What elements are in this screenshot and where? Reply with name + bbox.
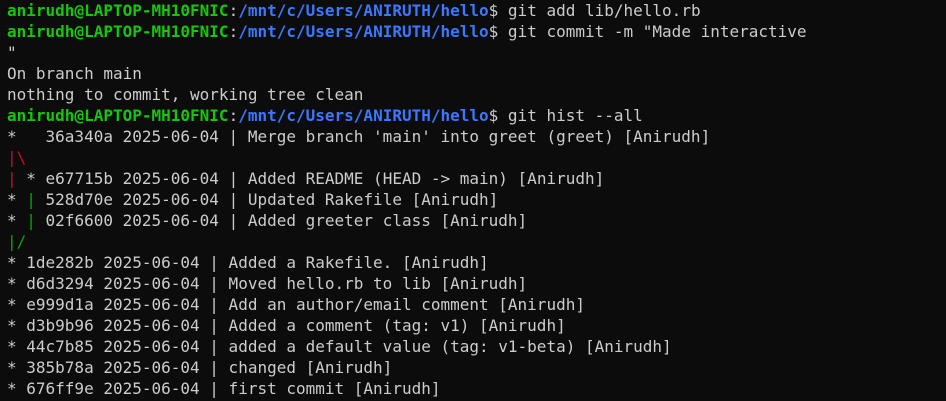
git-log-line: * | 02f6600 2025-06-04 | Added greeter c… xyxy=(7,210,946,231)
prompt-symbol: $ xyxy=(488,22,508,41)
git-log-line: | * e67715b 2025-06-04 | Added README (H… xyxy=(7,168,946,189)
commit-text: * 44c7b85 2025-06-04 | added a default v… xyxy=(7,337,672,356)
graph-branch-line: | xyxy=(26,211,36,230)
git-log-line: * 1de282b 2025-06-04 | Added a Rakefile.… xyxy=(7,252,946,273)
git-log-line: * 36a340a 2025-06-04 | Merge branch 'mai… xyxy=(7,126,946,147)
prompt-path: /mnt/c/Users/ANIRUTH/hello xyxy=(238,106,489,125)
graph-branch-line: |\ xyxy=(7,148,27,167)
output-text: On branch main xyxy=(7,64,142,83)
prompt-line: anirudh@LAPTOP-MH10FNIC:/mnt/c/Users/ANI… xyxy=(7,21,946,42)
output-line: " xyxy=(7,42,946,63)
command-text: git hist --all xyxy=(507,106,643,125)
git-log-line: |/ xyxy=(7,231,946,252)
prompt-separator: : xyxy=(228,106,239,125)
prompt-separator: : xyxy=(228,22,239,41)
prompt-user-host: anirudh@LAPTOP-MH10FNIC xyxy=(7,106,229,125)
prompt-path: /mnt/c/Users/ANIRUTH/hello xyxy=(238,22,489,41)
commit-text: * xyxy=(7,190,27,209)
git-log-line: * d3b9b96 2025-06-04 | Added a comment (… xyxy=(7,315,946,336)
git-log-line: * | 528d70e 2025-06-04 | Updated Rakefil… xyxy=(7,189,946,210)
commit-text: * xyxy=(7,211,27,230)
commit-text: * 676ff9e 2025-06-04 | first commit [Ani… xyxy=(7,379,441,398)
command-text: git add lib/hello.rb xyxy=(507,1,701,20)
output-line: On branch main xyxy=(7,63,946,84)
terminal-window[interactable]: anirudh@LAPTOP-MH10FNIC:/mnt/c/Users/ANI… xyxy=(0,0,946,401)
command-text: git commit -m "Made interactive xyxy=(507,22,807,41)
output-text: nothing to commit, working tree clean xyxy=(7,85,364,104)
commit-text: * d3b9b96 2025-06-04 | Added a comment (… xyxy=(7,316,566,335)
graph-branch-line: | xyxy=(26,190,36,209)
prompt-line: anirudh@LAPTOP-MH10FNIC:/mnt/c/Users/ANI… xyxy=(7,105,946,126)
prompt-user-host: anirudh@LAPTOP-MH10FNIC xyxy=(7,22,229,41)
prompt-user-host: anirudh@LAPTOP-MH10FNIC xyxy=(7,1,229,20)
output-text: " xyxy=(7,43,17,62)
output-line: nothing to commit, working tree clean xyxy=(7,84,946,105)
commit-text: * 36a340a 2025-06-04 | Merge branch 'mai… xyxy=(7,127,711,146)
git-log-line: * 44c7b85 2025-06-04 | added a default v… xyxy=(7,336,946,357)
git-log-line: * d6d3294 2025-06-04 | Moved hello.rb to… xyxy=(7,273,946,294)
prompt-separator: : xyxy=(228,1,239,20)
commit-text: * e67715b 2025-06-04 | Added README (HEA… xyxy=(16,169,605,188)
git-log-line: * 385b78a 2025-06-04 | changed [Anirudh] xyxy=(7,357,946,378)
prompt-path: /mnt/c/Users/ANIRUTH/hello xyxy=(238,1,489,20)
prompt-symbol: $ xyxy=(488,1,508,20)
commit-text: 528d70e 2025-06-04 | Updated Rakefile [A… xyxy=(35,190,499,209)
prompt-line: anirudh@LAPTOP-MH10FNIC:/mnt/c/Users/ANI… xyxy=(7,0,946,21)
commit-text: * 385b78a 2025-06-04 | changed [Anirudh] xyxy=(7,358,393,377)
git-log-line: |\ xyxy=(7,147,946,168)
commit-text: * 1de282b 2025-06-04 | Added a Rakefile.… xyxy=(7,253,489,272)
commit-text: * d6d3294 2025-06-04 | Moved hello.rb to… xyxy=(7,274,528,293)
commit-text: 02f6600 2025-06-04 | Added greeter class… xyxy=(35,211,528,230)
graph-branch-line: | xyxy=(7,169,17,188)
git-log-line: * e999d1a 2025-06-04 | Add an author/ema… xyxy=(7,294,946,315)
commit-text: * e999d1a 2025-06-04 | Add an author/ema… xyxy=(7,295,585,314)
graph-branch-line: |/ xyxy=(7,232,27,251)
git-log-line: * 676ff9e 2025-06-04 | first commit [Ani… xyxy=(7,378,946,399)
prompt-symbol: $ xyxy=(488,106,508,125)
